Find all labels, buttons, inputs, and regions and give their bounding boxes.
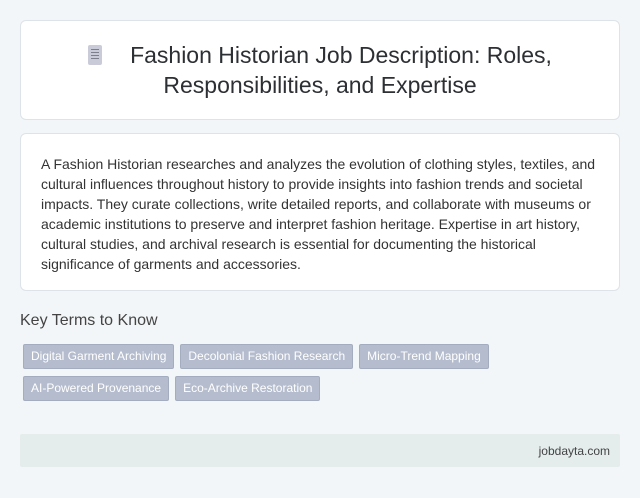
title-card: Fashion Historian Job Description: Roles… [20, 20, 620, 120]
key-term-chip[interactable]: Decolonial Fashion Research [180, 344, 354, 369]
page-title-wrap: Fashion Historian Job Description: Roles… [60, 40, 580, 100]
description-card: A Fashion Historian researches and analy… [20, 133, 620, 291]
page-title: Fashion Historian Job Description: Roles… [130, 42, 552, 98]
key-term-chip[interactable]: AI-Powered Provenance [23, 376, 170, 401]
job-description: A Fashion Historian researches and analy… [41, 156, 596, 272]
footer: jobdayta.com [20, 434, 620, 467]
key-terms-list: Digital Garment Archiving Decolonial Fas… [23, 344, 603, 408]
key-terms-heading: Key Terms to Know [20, 312, 158, 329]
key-term-chip[interactable]: Eco-Archive Restoration [175, 376, 321, 401]
key-term-chip[interactable]: Micro-Trend Mapping [359, 344, 489, 369]
key-term-chip[interactable]: Digital Garment Archiving [23, 344, 175, 369]
document-icon [88, 45, 103, 65]
site-link[interactable]: jobdayta.com [539, 444, 610, 458]
